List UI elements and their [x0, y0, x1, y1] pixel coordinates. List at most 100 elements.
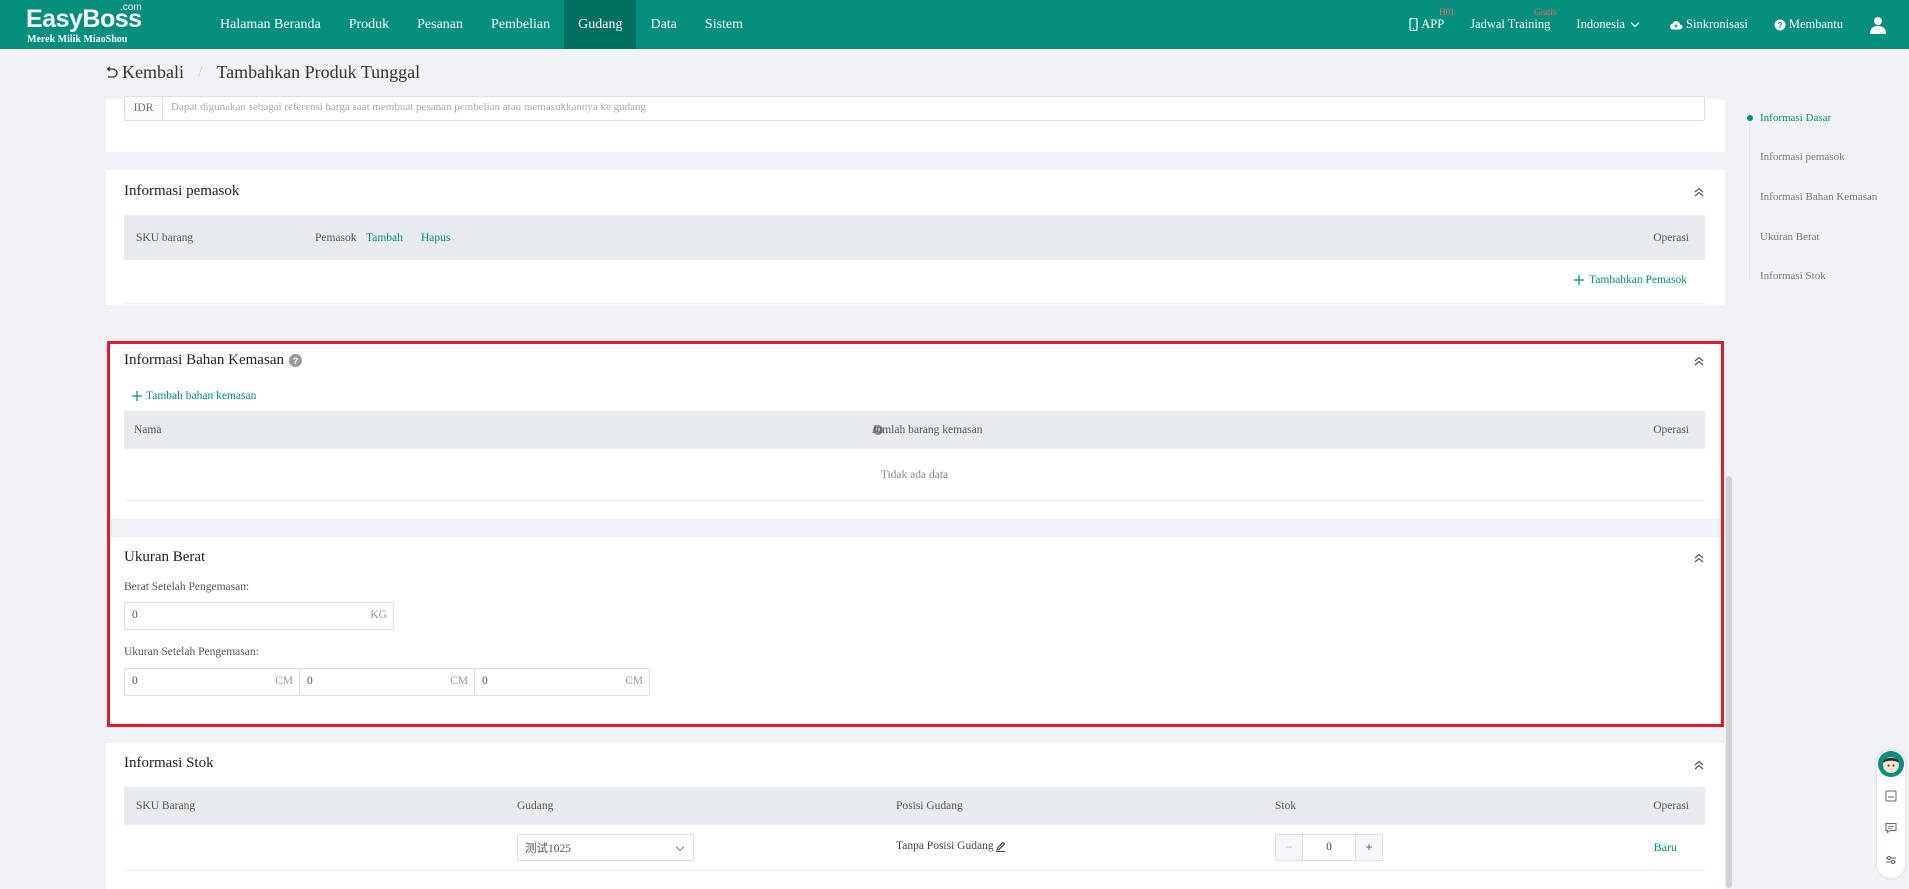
anchor-item-stock[interactable]: Informasi Stok: [1760, 270, 1826, 282]
collapse-icon[interactable]: [1693, 355, 1705, 367]
weight-title: Ukuran Berat: [124, 549, 206, 565]
language-select[interactable]: Indonesia: [1576, 17, 1643, 32]
menu-item-products[interactable]: Produk: [335, 0, 403, 49]
stock-title: Informasi Stok: [124, 755, 214, 771]
supplier-card: Informasi pemasok SKU barang Pemasok Tam…: [106, 170, 1725, 305]
anchor-line: [1749, 110, 1750, 280]
add-packaging-label: Tambah bahan kemasan: [146, 390, 257, 402]
anchor-active-dot: [1747, 115, 1753, 121]
add-packaging-button[interactable]: Tambah bahan kemasan: [132, 390, 256, 402]
language-label: Indonesia: [1576, 17, 1626, 31]
col-operation: Operasi: [1653, 231, 1689, 244]
stock-value[interactable]: 0: [1303, 835, 1355, 860]
anchor-item-packaging[interactable]: Informasi Bahan Kemasan: [1760, 191, 1877, 203]
add-supplier-label: Tambahkan Pemasok: [1589, 274, 1687, 286]
col-warehouse: Gudang: [517, 800, 554, 812]
back-link[interactable]: Kembali: [122, 62, 184, 83]
help-label: Membantu: [1788, 17, 1843, 31]
price-placeholder: Dapat digunakan sebagai referensi harga …: [171, 101, 647, 113]
top-navbar: EasyBoss .com Merek Milik MiaoShou Halam…: [0, 0, 1909, 49]
position-value: Tanpa Posisi Gudang: [896, 840, 994, 852]
add-supplier-col-link[interactable]: Tambah: [366, 232, 403, 244]
training-link[interactable]: Jadwal Training Gratis: [1470, 7, 1556, 32]
col-operation: Operasi: [1653, 424, 1689, 436]
training-badge: Gratis: [1534, 7, 1557, 17]
menu-item-orders[interactable]: Pesanan: [403, 0, 477, 49]
sync-link[interactable]: Sinkronisasi: [1669, 17, 1748, 32]
stock-stepper[interactable]: − 0 +: [1275, 834, 1383, 861]
breadcrumb: Kembali / Tambahkan Produk Tunggal: [104, 62, 420, 83]
help-icon[interactable]: ?: [288, 354, 302, 367]
col-sku: SKU Barang: [136, 800, 196, 812]
decrement-button[interactable]: −: [1276, 835, 1303, 860]
add-supplier-button[interactable]: Tambahkan Pemasok: [1574, 274, 1687, 286]
user-avatar[interactable]: [1869, 0, 1909, 49]
delete-supplier-col-link[interactable]: Hapus: [421, 232, 450, 244]
user-icon: [1870, 16, 1886, 34]
chevron-down-icon: [1630, 22, 1640, 28]
width-value: 0: [307, 675, 313, 687]
chat-icon[interactable]: [1885, 822, 1897, 834]
app-link[interactable]: APP H01: [1409, 7, 1455, 32]
help-link[interactable]: ? Membantu: [1774, 17, 1843, 32]
weight-unit: KG: [370, 609, 387, 621]
scrollbar[interactable]: [1726, 476, 1732, 888]
weight-value: 0: [132, 609, 138, 621]
new-button[interactable]: Baru: [1654, 840, 1677, 855]
col-position: Posisi Gudang: [896, 800, 963, 812]
logo-com: .com: [120, 2, 142, 13]
height-value: 0: [482, 675, 488, 687]
menu-item-data[interactable]: Data: [636, 0, 690, 49]
edit-icon[interactable]: [995, 841, 1006, 852]
weight-card: Ukuran Berat Berat Setelah Pengemasan: 0…: [106, 537, 1725, 725]
supplier-title: Informasi pemasok: [124, 183, 240, 199]
packaging-title-row: Informasi Bahan Kemasan ?: [124, 352, 302, 369]
length-unit: CM: [275, 675, 293, 687]
page-title: Tambahkan Produk Tunggal: [216, 62, 421, 82]
col-operation: Operasi: [1653, 800, 1689, 812]
weight-input[interactable]: 0 KG: [124, 602, 394, 630]
main-menu: Halaman Beranda Produk Pesanan Pembelian…: [206, 0, 757, 49]
sync-label: Sinkronisasi: [1686, 17, 1748, 31]
width-input[interactable]: 0 CM: [299, 668, 475, 696]
increment-button[interactable]: +: [1355, 835, 1382, 860]
menu-item-warehouse[interactable]: Gudang: [564, 0, 637, 49]
divider: [124, 303, 1705, 304]
training-label: Jadwal Training: [1470, 17, 1551, 31]
menu-item-home[interactable]: Halaman Beranda: [206, 0, 335, 49]
col-supplier: Pemasok: [315, 231, 357, 244]
plus-icon: [1574, 275, 1585, 285]
length-value: 0: [132, 675, 138, 687]
collapse-icon[interactable]: [1693, 759, 1705, 771]
menu-item-system[interactable]: Sistem: [691, 0, 757, 49]
table-row: 测试1025 Tanpa Posisi Gudang − 0 + Baru: [124, 825, 1705, 871]
menu-item-purchase[interactable]: Pembelian: [477, 0, 564, 49]
reference-price-input[interactable]: IDR Dapat digunakan sebagai referensi ha…: [124, 96, 1705, 121]
assistant-avatar-icon[interactable]: [1878, 751, 1904, 777]
col-qty-label: Jumlah barang kemasan: [872, 424, 983, 436]
help-icon: ?: [1774, 19, 1786, 30]
anchor-item-supplier[interactable]: Informasi pemasok: [1760, 151, 1845, 163]
warehouse-value: 测试1025: [525, 843, 571, 855]
supplier-table-header: SKU barang Pemasok Tambah Hapus Operasi: [124, 215, 1705, 260]
collapse-icon[interactable]: [1693, 186, 1705, 198]
height-unit: CM: [625, 675, 643, 687]
anchor-item-weight[interactable]: Ukuran Berat: [1760, 231, 1820, 243]
stock-table-header: SKU Barang Gudang Posisi Gudang Stok Ope…: [124, 787, 1705, 825]
settings-sliders-icon[interactable]: [1885, 854, 1897, 866]
anchor-item-basic[interactable]: Informasi Dasar: [1760, 112, 1831, 124]
app-label: APP: [1421, 17, 1445, 31]
logo-subtitle: Merek Milik MiaoShou: [27, 34, 128, 45]
length-input[interactable]: 0 CM: [124, 668, 300, 696]
price-card: IDR Dapat digunakan sebagai referensi ha…: [106, 96, 1725, 152]
collapse-icon[interactable]: [1693, 552, 1705, 564]
svg-text:?: ?: [293, 356, 299, 366]
warehouse-select[interactable]: 测试1025: [517, 834, 694, 861]
notes-icon[interactable]: [1885, 790, 1897, 802]
right-nav: APP H01 Jadwal Training Gratis Indonesia…: [1409, 0, 1909, 49]
logo[interactable]: EasyBoss .com Merek Milik MiaoShou: [26, 2, 156, 46]
stock-card: Informasi Stok SKU Barang Gudang Posisi …: [106, 743, 1725, 889]
back-icon[interactable]: [104, 65, 118, 80]
position-cell: Tanpa Posisi Gudang: [896, 840, 1006, 852]
height-input[interactable]: 0 CM: [474, 668, 650, 696]
